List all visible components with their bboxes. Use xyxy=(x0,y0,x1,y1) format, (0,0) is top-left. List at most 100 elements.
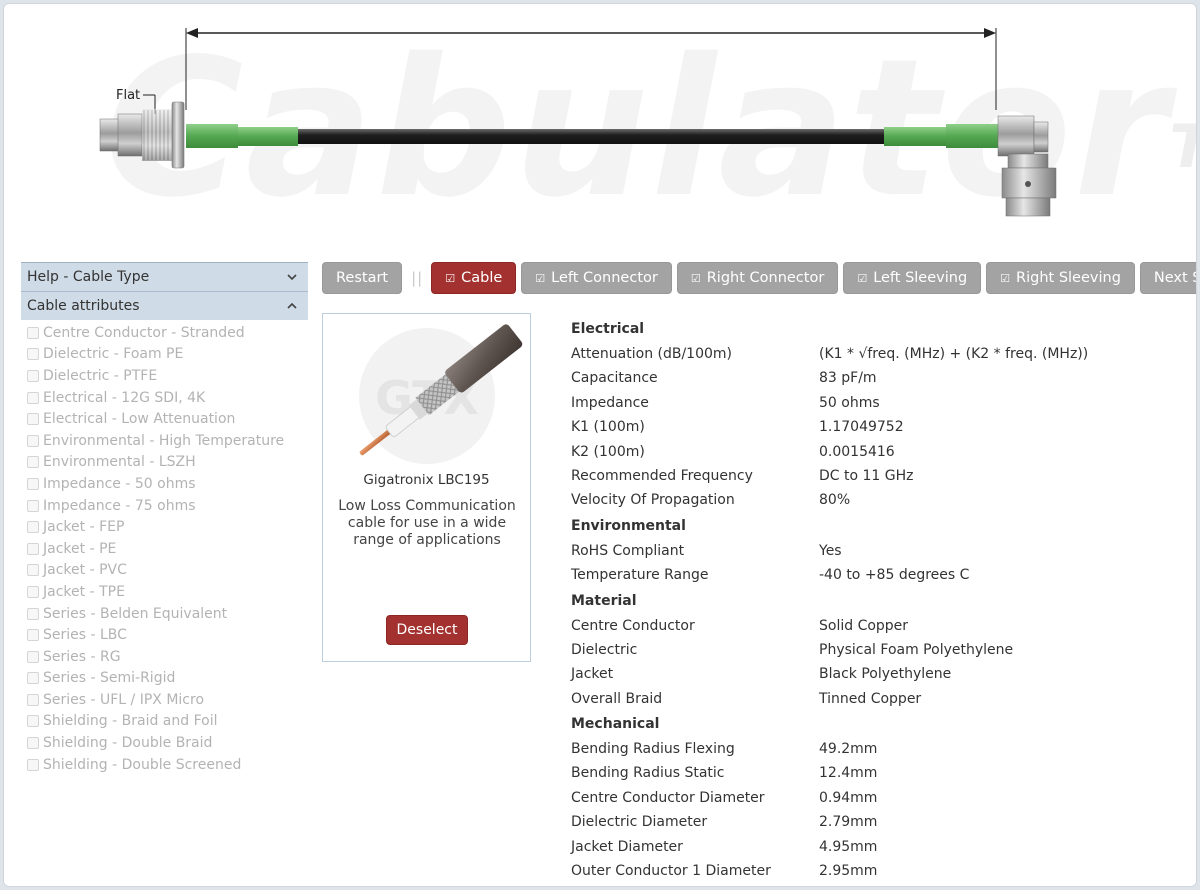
filter-label: Jacket - PVC xyxy=(43,562,127,579)
help-cable-type-header[interactable]: Help - Cable Type xyxy=(21,262,308,291)
sidebar: Help - Cable Type Cable attributes Centr… xyxy=(21,262,308,775)
spec-label: Jacket xyxy=(571,666,614,683)
filter-checkbox[interactable] xyxy=(27,737,39,750)
spec-label: Impedance xyxy=(571,394,649,411)
filter-checkbox[interactable] xyxy=(27,607,39,620)
spec-label: K2 (100m) xyxy=(571,443,645,460)
attribute-filter-item[interactable]: Shielding - Double Screened xyxy=(21,754,308,776)
chevron-up-icon xyxy=(286,300,298,312)
flat-label: Flat xyxy=(116,88,141,103)
filter-checkbox[interactable] xyxy=(27,542,39,555)
spec-value: -40 to +85 degrees C xyxy=(819,567,970,584)
filter-checkbox[interactable] xyxy=(27,369,39,382)
spec-value: 80% xyxy=(819,492,851,509)
spec-value: 2.95mm xyxy=(819,863,878,880)
cable-attributes-header[interactable]: Cable attributes xyxy=(21,291,308,320)
right-connector-step-label: Right Connector xyxy=(706,270,825,286)
cable-step-label: Cable xyxy=(461,270,503,286)
spec-value: 50 ohms xyxy=(819,394,880,411)
attribute-filter-item[interactable]: Environmental - High Temperature xyxy=(21,430,308,452)
spec-row: RoHS Compliant Yes xyxy=(571,539,1171,563)
attribute-filter-item[interactable]: Electrical - 12G SDI, 4K xyxy=(21,387,308,409)
checked-box-icon: ☑ xyxy=(1000,271,1011,285)
attribute-filter-item[interactable]: Shielding - Braid and Foil xyxy=(21,711,308,733)
spec-value: Tinned Copper xyxy=(819,690,922,707)
spec-row: Velocity Of Propagation 80% xyxy=(571,488,1171,512)
filter-checkbox[interactable] xyxy=(27,499,39,512)
filter-checkbox[interactable] xyxy=(27,326,39,339)
filter-checkbox[interactable] xyxy=(27,521,39,534)
filter-checkbox[interactable] xyxy=(27,348,39,361)
attribute-filter-item[interactable]: Series - UFL / IPX Micro xyxy=(21,689,308,711)
spec-label: Attenuation (dB/100m) xyxy=(571,346,733,362)
filter-checkbox[interactable] xyxy=(27,391,39,404)
chevron-down-icon xyxy=(286,271,298,283)
left-connector-step-button[interactable]: ☑ Left Connector xyxy=(521,262,672,294)
cable-step-button[interactable]: ☑ Cable xyxy=(431,262,517,294)
attribute-filter-item[interactable]: Impedance - 50 ohms xyxy=(21,473,308,495)
cable-drawing xyxy=(99,28,1057,217)
filter-label: Series - LBC xyxy=(43,627,127,644)
attribute-filter-item[interactable]: Jacket - FEP xyxy=(21,516,308,538)
filter-checkbox[interactable] xyxy=(27,456,39,469)
filter-label: Centre Conductor - Stranded xyxy=(43,324,245,341)
spec-row: Impedance 50 ohms xyxy=(571,391,1171,415)
filter-checkbox[interactable] xyxy=(27,413,39,426)
right-sleeving-step-button[interactable]: ☑ Right Sleeving xyxy=(986,262,1135,294)
filter-label: Electrical - Low Attenuation xyxy=(43,411,236,428)
left-sleeving-step-button[interactable]: ☑ Left Sleeving xyxy=(843,262,982,294)
spec-row: Bending Radius Flexing 49.2mm xyxy=(571,737,1171,761)
filter-checkbox[interactable] xyxy=(27,434,39,447)
attribute-filter-item[interactable]: Shielding - Double Braid xyxy=(21,732,308,754)
attribute-filter-item[interactable]: Series - Semi-Rigid xyxy=(21,668,308,690)
attribute-filter-item[interactable]: Environmental - LSZH xyxy=(21,452,308,474)
spec-row: Attenuation (dB/100m) (K1 * √freq. (MHz) … xyxy=(571,342,1171,366)
filter-label: Environmental - High Temperature xyxy=(43,432,285,449)
filter-checkbox[interactable] xyxy=(27,758,39,771)
filter-checkbox[interactable] xyxy=(27,693,39,706)
filter-checkbox[interactable] xyxy=(27,650,39,663)
attribute-filter-item[interactable]: Dielectric - Foam PE xyxy=(21,344,308,366)
filter-checkbox[interactable] xyxy=(27,629,39,642)
filter-label: Shielding - Braid and Foil xyxy=(43,713,218,730)
spec-value: 1.17049752 xyxy=(819,419,904,436)
attribute-filter-item[interactable]: Jacket - PE xyxy=(21,538,308,560)
spec-label: Dielectric Diameter xyxy=(571,814,708,831)
spec-row: K1 (100m) 1.17049752 xyxy=(571,415,1171,439)
filter-checkbox[interactable] xyxy=(27,672,39,685)
right-connector-step-button[interactable]: ☑ Right Connector xyxy=(676,262,839,294)
attribute-filter-item[interactable]: Electrical - Low Attenuation xyxy=(21,408,308,430)
restart-button[interactable]: Restart xyxy=(322,262,403,294)
spec-group-title: Electrical xyxy=(571,321,645,337)
help-header-label: Help - Cable Type xyxy=(27,269,150,285)
attribute-filter-item[interactable]: Series - RG xyxy=(21,646,308,668)
attribute-filter-item[interactable]: Series - LBC xyxy=(21,624,308,646)
app-frame: CabulatorTM xyxy=(3,3,1197,887)
attribute-filter-item[interactable]: Series - Belden Equivalent xyxy=(21,603,308,625)
deselect-button[interactable]: Deselect xyxy=(386,615,468,645)
cable-preview: CabulatorTM xyxy=(4,4,1196,254)
filter-label: Series - UFL / IPX Micro xyxy=(43,691,205,708)
spec-label: Jacket Diameter xyxy=(571,838,683,855)
attribute-filter-item[interactable]: Jacket - PVC xyxy=(21,560,308,582)
filter-checkbox[interactable] xyxy=(27,715,39,728)
spec-row: Recommended Frequency DC to 11 GHz xyxy=(571,464,1171,488)
spec-group: Mechanical Bending Radius Flexing 49.2mm Be… xyxy=(571,711,1171,883)
attribute-filter-item[interactable]: Impedance - 75 ohms xyxy=(21,495,308,517)
attribute-filter-item[interactable]: Jacket - TPE xyxy=(21,581,308,603)
spec-label: K1 (100m) xyxy=(571,419,645,436)
filter-checkbox[interactable] xyxy=(27,477,39,490)
step-toolbar: Restart || ☑ Cable ☑ Left Connector ☑ Ri… xyxy=(322,262,1196,294)
checked-box-icon: ☑ xyxy=(445,271,456,285)
spec-group: Material Centre Conductor Solid Copper Diel… xyxy=(571,588,1171,712)
attribute-filter-item[interactable]: Dielectric - PTFE xyxy=(21,365,308,387)
next-step-button[interactable]: Next Step ▶ xyxy=(1139,262,1196,294)
spec-label: Recommended Frequency xyxy=(571,467,753,484)
filter-label: Dielectric - PTFE xyxy=(43,367,158,384)
attribute-filter-item[interactable]: Centre Conductor - Stranded xyxy=(21,322,308,344)
filter-checkbox[interactable] xyxy=(27,585,39,598)
left-sleeving-step-label: Left Sleeving xyxy=(873,270,968,286)
filter-checkbox[interactable] xyxy=(27,564,39,577)
left-connector xyxy=(99,101,185,169)
cable-name: Gigatronix LBC195 xyxy=(363,472,490,488)
